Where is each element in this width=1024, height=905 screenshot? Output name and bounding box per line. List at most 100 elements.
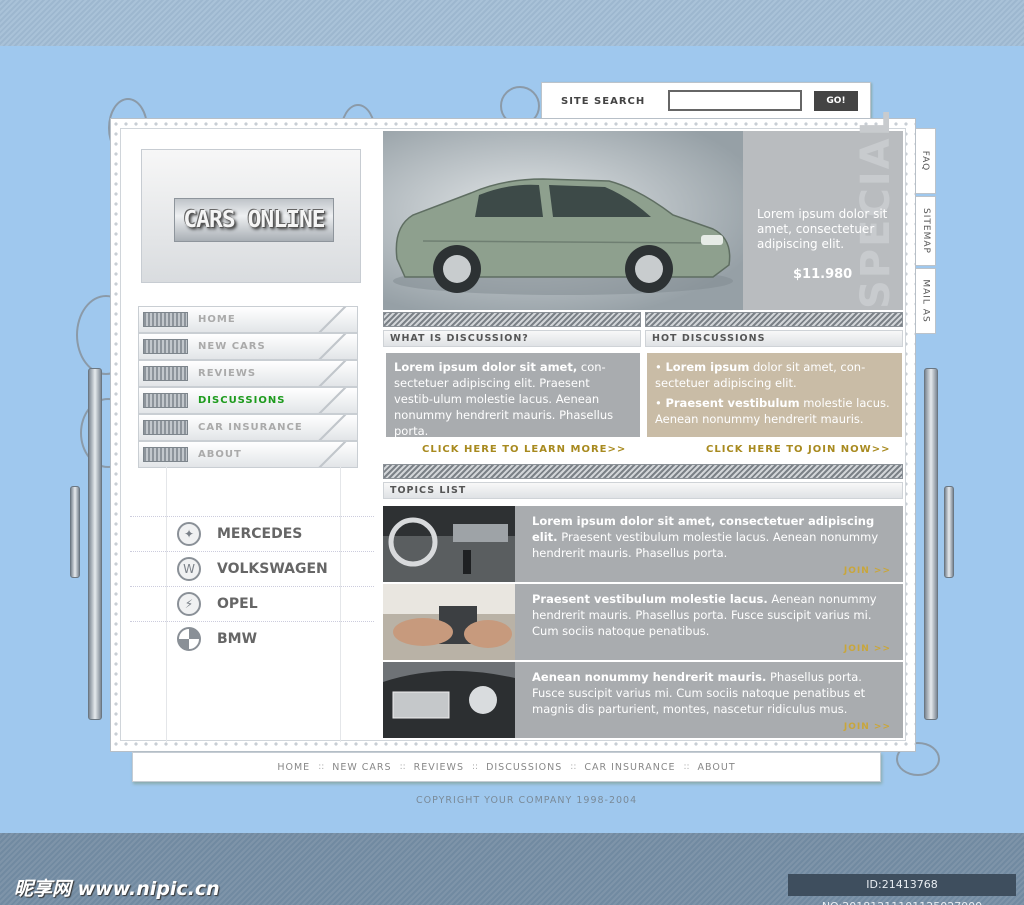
topic-thumb-classic-car [383, 662, 515, 738]
brand-list: ✦ MERCEDES W VOLKSWAGEN ⚡ OPEL BMW [130, 516, 374, 656]
what-is-discussion-box: Lorem ipsum dolor sit amet, con-sectetue… [386, 353, 640, 438]
brand-name: OPEL [217, 596, 258, 612]
footer-nav: HOME :: NEW CARS :: REVIEWS :: DISCUSSIO… [132, 752, 881, 782]
topic-bold: Praesent vestibulum molestie lacus. [532, 592, 768, 606]
top-stripe-band [0, 0, 1024, 46]
topics-list-heading: TOPICS LIST [383, 482, 903, 499]
site-search-box: SITE SEARCH GO! [541, 82, 871, 120]
hero-promo-text: Lorem ipsum dolor sit amet, consectetuer… [757, 207, 888, 251]
right-piston [924, 368, 938, 720]
topic-text: Aenean nonummy hendrerit mauris. Phasell… [532, 669, 892, 717]
volkswagen-logo-icon: W [177, 557, 201, 581]
slash-decoration [307, 307, 357, 332]
footer-link-new-cars[interactable]: NEW CARS [332, 762, 391, 773]
brand-item-volkswagen[interactable]: W VOLKSWAGEN [130, 551, 374, 586]
nav-home[interactable]: HOME [138, 306, 358, 333]
nav-discussions-label: DISCUSSIONS [198, 395, 286, 406]
left-piston [88, 368, 102, 720]
mercedes-logo-icon: ✦ [177, 522, 201, 546]
footer-separator: :: [318, 762, 325, 772]
footer-link-car-insurance[interactable]: CAR INSURANCE [584, 762, 675, 773]
topic-join-link[interactable]: JOIN >> [844, 644, 891, 654]
topic-join-link[interactable]: JOIN >> [844, 566, 891, 576]
brand-item-opel[interactable]: ⚡ OPEL [130, 586, 374, 621]
what-is-discussion-heading: WHAT IS DISCUSSION? [383, 330, 641, 347]
nav-car-insurance[interactable]: CAR INSURANCE [138, 414, 358, 441]
topic-item[interactable]: Praesent vestibulum molestie lacus. Aene… [383, 584, 903, 660]
footer-separator: :: [471, 762, 479, 772]
what-is-bold: Lorem ipsum dolor sit amet, [394, 360, 578, 374]
tab-sitemap-label: SITEMAP [920, 208, 931, 254]
copyright: COPYRIGHT YOUR COMPANY 1998-2004 [416, 795, 638, 806]
right-piston-small [944, 486, 954, 578]
footer-link-reviews[interactable]: REVIEWS [414, 762, 464, 773]
topic-item[interactable]: Aenean nonummy hendrerit mauris. Phasell… [383, 662, 903, 738]
footer-link-discussions[interactable]: DISCUSSIONS [486, 762, 562, 773]
footer-link-home[interactable]: HOME [277, 762, 310, 773]
nav-about[interactable]: ABOUT [138, 441, 358, 468]
nav-about-label: ABOUT [198, 449, 242, 460]
grip-icon [143, 393, 188, 408]
search-go-button[interactable]: GO! [814, 91, 858, 111]
hero-price: $11.980 [793, 267, 853, 282]
topic-join-link[interactable]: JOIN >> [844, 722, 891, 732]
slash-decoration [307, 361, 357, 386]
logo-text: CARS ONLINE [183, 207, 325, 233]
hot-discussions-box: • Lorem ipsum dolor sit amet, con-sectet… [647, 353, 902, 437]
nav-reviews-label: REVIEWS [198, 368, 257, 379]
nav-discussions[interactable]: DISCUSSIONS [138, 387, 358, 414]
nav-reviews[interactable]: REVIEWS [138, 360, 358, 387]
topic-body: Praesent vestibulum molestie lacus. Aene… [532, 530, 879, 560]
bmw-logo-icon [177, 627, 201, 651]
logo-plate: CARS ONLINE [174, 198, 334, 242]
join-now-link[interactable]: CLICK HERE TO JOIN NOW>> [706, 444, 890, 455]
hot-item[interactable]: • Lorem ipsum dolor sit amet, con-sectet… [655, 359, 894, 391]
slash-decoration [307, 442, 357, 467]
slash-decoration [307, 388, 357, 413]
brand-name: MERCEDES [217, 526, 303, 542]
nav-new-cars[interactable]: NEW CARS [138, 333, 358, 360]
footer-separator: :: [399, 762, 406, 772]
nav-new-cars-label: NEW CARS [198, 341, 266, 352]
tab-faq-label: FAQ [920, 150, 931, 172]
site-search-label: SITE SEARCH [561, 96, 646, 107]
side-tabs: FAQ SITEMAP MAIL AS [916, 128, 936, 336]
hatch-divider [383, 464, 903, 479]
tab-sitemap[interactable]: SITEMAP [916, 196, 936, 266]
opel-logo-icon: ⚡ [177, 592, 201, 616]
hero-banner[interactable]: SPECIAL Lorem ipsum dolor sit amet, cons… [383, 109, 903, 310]
slash-decoration [307, 334, 357, 359]
tab-mail-as[interactable]: MAIL AS [916, 268, 936, 334]
topic-thumb-dashboard [383, 506, 515, 582]
brand-item-mercedes[interactable]: ✦ MERCEDES [130, 516, 374, 551]
hot-item-bold: Lorem ipsum [665, 360, 750, 374]
topic-text: Lorem ipsum dolor sit amet, consectetuer… [532, 513, 892, 561]
brand-name: VOLKSWAGEN [217, 561, 328, 577]
hot-item[interactable]: • Praesent vestibulum molestie lacus. Ae… [655, 395, 894, 427]
watermark-id: ID:21413768 NO:20181211101125027000 [788, 874, 1016, 905]
learn-more-link[interactable]: CLICK HERE TO LEARN MORE>> [422, 444, 626, 455]
hatch-divider [645, 312, 903, 327]
topic-bold: Aenean nonummy hendrerit mauris. [532, 670, 767, 684]
brand-item-bmw[interactable]: BMW [130, 621, 374, 656]
hatch-divider [383, 312, 641, 327]
tab-faq[interactable]: FAQ [916, 128, 936, 194]
main-nav: HOME NEW CARS REVIEWS DISCUSSIONS CAR IN… [138, 306, 358, 468]
watermark-left: 昵享网 www.nipic.cn [14, 878, 220, 900]
nav-home-label: HOME [198, 314, 236, 325]
search-input[interactable] [668, 90, 802, 111]
slash-decoration [307, 415, 357, 440]
tab-mail-as-label: MAIL AS [920, 279, 931, 323]
topic-item[interactable]: Lorem ipsum dolor sit amet, consectetuer… [383, 506, 903, 582]
footer-separator: :: [683, 762, 690, 772]
grip-icon [143, 366, 188, 381]
left-piston-small [70, 486, 80, 578]
hot-item-bold: Praesent vestibulum [665, 396, 800, 410]
footer-link-about[interactable]: ABOUT [698, 762, 736, 773]
logo-sign[interactable]: CARS ONLINE [141, 149, 361, 283]
hot-discussions-heading: HOT DISCUSSIONS [645, 330, 903, 347]
car-illustration [393, 178, 733, 295]
footer-separator: :: [570, 762, 577, 772]
brand-name: BMW [217, 631, 258, 647]
grip-icon [143, 447, 188, 462]
